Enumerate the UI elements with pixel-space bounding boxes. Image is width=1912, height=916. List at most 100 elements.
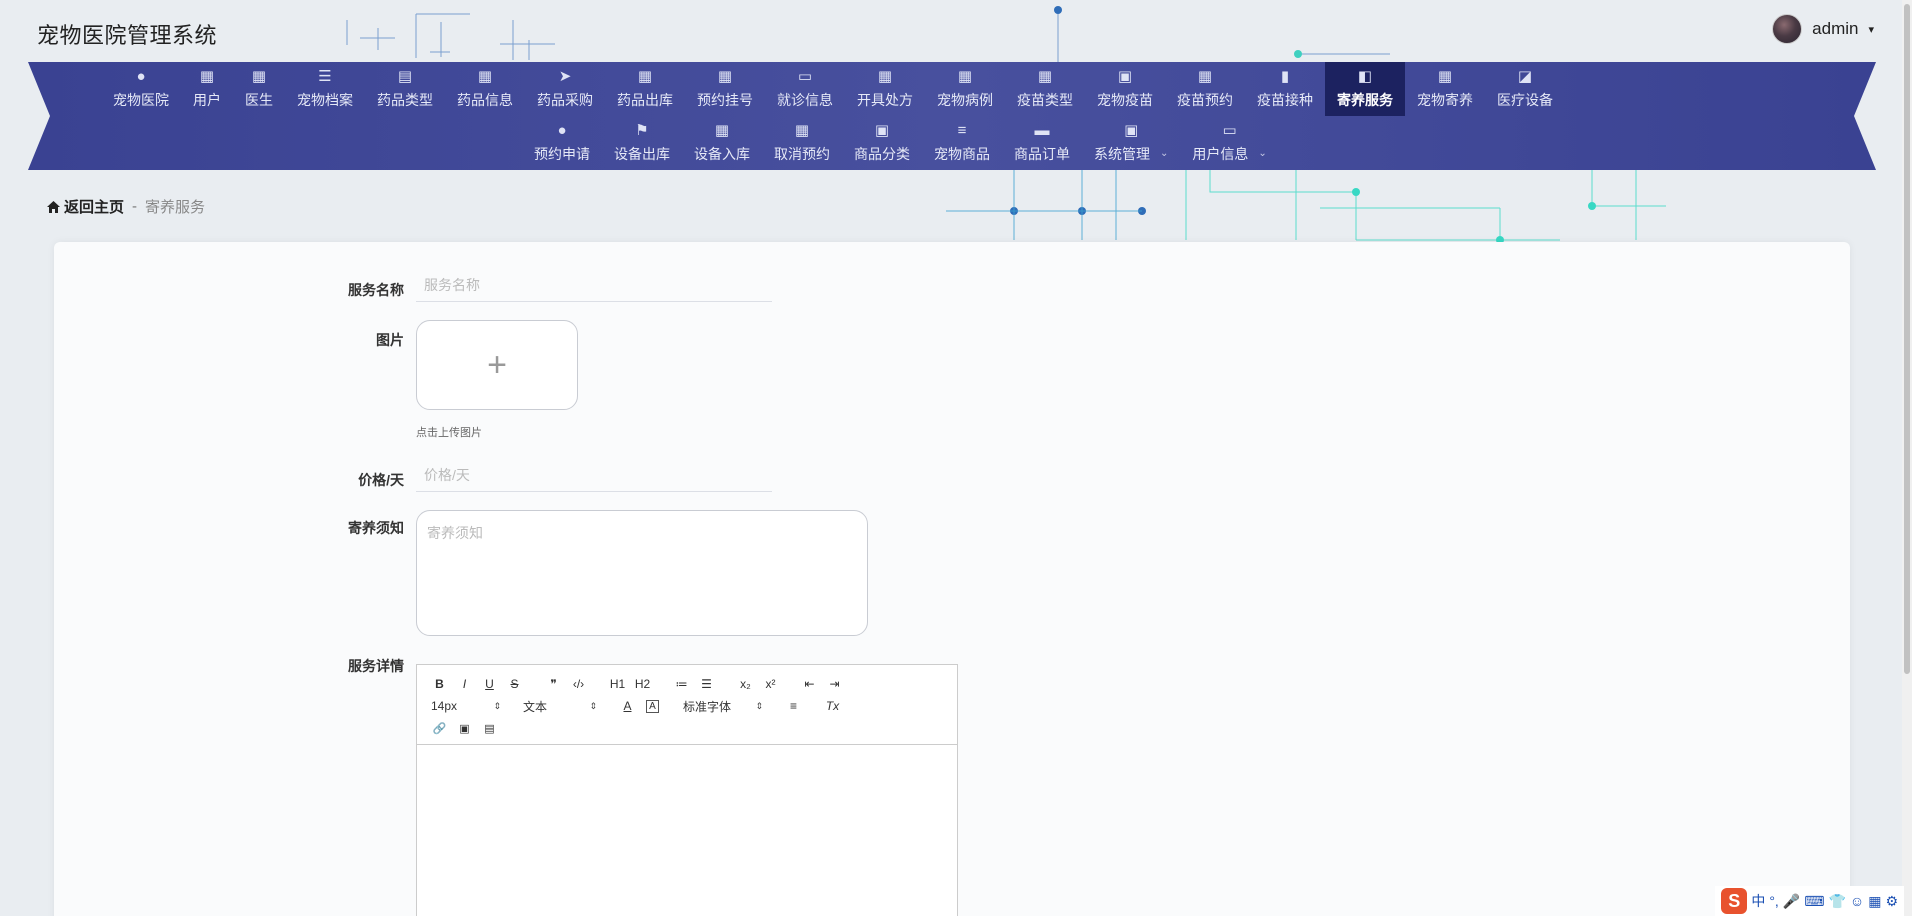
- nav-item-row1-14[interactable]: ▦ 疫苗预约: [1165, 62, 1245, 116]
- superscript-button[interactable]: x²: [758, 673, 783, 695]
- video-button[interactable]: ▤: [477, 717, 502, 739]
- nav-item-row1-7[interactable]: ▦ 药品出库: [605, 62, 685, 116]
- nav-label-wrap: 宠物商品: [934, 142, 990, 164]
- editor-content-area[interactable]: [417, 745, 957, 916]
- scrollbar-thumb[interactable]: [1904, 4, 1910, 674]
- nav-item-row2-7[interactable]: ▣ 系统管理 ⌄: [1082, 116, 1180, 170]
- subscript-button[interactable]: x₂: [733, 673, 758, 695]
- sogou-logo-icon[interactable]: S: [1721, 888, 1748, 914]
- grid-icon: ▦: [477, 68, 493, 85]
- heading1-button[interactable]: H1: [605, 673, 630, 695]
- comment-icon: ▬: [1034, 122, 1050, 139]
- breadcrumb-home-label[interactable]: 返回主页: [64, 196, 124, 217]
- ordered-list-button[interactable]: ≔: [669, 673, 694, 695]
- user-menu[interactable]: admin ▾: [1772, 14, 1874, 44]
- nav-item-row2-8[interactable]: ▭ 用户信息 ⌄: [1180, 116, 1278, 170]
- nav-item-row1-13[interactable]: ▣ 宠物疫苗: [1085, 62, 1165, 116]
- nav-item-row1-12[interactable]: ▦ 疫苗类型: [1005, 62, 1085, 116]
- select-arrows-icon: ⇕: [755, 700, 763, 711]
- align-button[interactable]: ≡: [781, 695, 806, 717]
- breadcrumb-home[interactable]: 返回主页: [47, 196, 124, 217]
- nav-item-row1-4[interactable]: ▤ 药品类型: [365, 62, 445, 116]
- strikethrough-button[interactable]: S: [502, 673, 527, 695]
- clear-format-button[interactable]: Tx: [820, 695, 845, 717]
- heading2-button[interactable]: H2: [630, 673, 655, 695]
- avatar[interactable]: [1772, 14, 1803, 44]
- user-name[interactable]: admin: [1812, 19, 1858, 39]
- nav-item-label: 就诊信息: [777, 92, 833, 108]
- nav-item-row2-3[interactable]: ▦ 取消预约: [762, 116, 842, 170]
- image-button[interactable]: ▣: [452, 717, 477, 739]
- code-button[interactable]: ‹/›: [566, 673, 591, 695]
- rich-text-editor: B I U S ❞ ‹/› H1 H2 ≔ ☰ x₂ x² ⇤ ⇥ 14px ⇕ 文本 ⇕ A A 标准字体 ⇕…: [416, 664, 958, 916]
- nav-item-label: 宠物病例: [937, 92, 993, 108]
- outdent-icon: ⇤: [804, 677, 815, 691]
- nav-label-wrap: 用户信息 ⌄: [1192, 142, 1266, 164]
- nav-item-row1-18[interactable]: ◪ 医疗设备: [1485, 62, 1565, 116]
- nav-item-row2-5[interactable]: ≡ 宠物商品: [922, 116, 1002, 170]
- nav-item-row1-0[interactable]: ● 宠物医院: [101, 62, 181, 116]
- text-color-button[interactable]: A: [615, 695, 640, 717]
- header-select[interactable]: 文本 ⇕: [519, 695, 601, 717]
- bullet-list-button[interactable]: ☰: [694, 673, 719, 695]
- gear-icon[interactable]: ⚙: [1885, 893, 1898, 910]
- nav-item-row1-6[interactable]: ➤ 药品采购: [525, 62, 605, 116]
- nav-label-wrap: 医生: [245, 88, 273, 110]
- nav-item-row1-17[interactable]: ▦ 宠物寄养: [1405, 62, 1485, 116]
- chevron-down-icon[interactable]: ▾: [1868, 23, 1874, 36]
- blockquote-button[interactable]: ❞: [541, 673, 566, 695]
- bold-button[interactable]: B: [427, 673, 452, 695]
- send-icon: ➤: [558, 68, 572, 85]
- nav-label-wrap: 商品订单: [1014, 142, 1070, 164]
- nav-item-row2-1[interactable]: ⚑ 设备出库: [602, 116, 682, 170]
- indent-button[interactable]: ⇥: [822, 673, 847, 695]
- nav-item-row1-3[interactable]: ☰ 宠物档案: [285, 62, 365, 116]
- nav-item-row1-2[interactable]: ▦ 医生: [233, 62, 285, 116]
- nav-item-row1-5[interactable]: ▦ 药品信息: [445, 62, 525, 116]
- underline-button[interactable]: U: [477, 673, 502, 695]
- outdent-button[interactable]: ⇤: [797, 673, 822, 695]
- price-input[interactable]: [416, 458, 772, 492]
- nav-label-wrap: 宠物疫苗: [1097, 88, 1153, 110]
- nav-item-row1-8[interactable]: ▦ 预约挂号: [685, 62, 765, 116]
- flag-icon: ⚑: [635, 122, 649, 139]
- emoji-icon[interactable]: ☺: [1850, 893, 1864, 909]
- link-button[interactable]: 🔗: [427, 717, 452, 739]
- nav-item-row1-15[interactable]: ▮ 疫苗接种: [1245, 62, 1325, 116]
- ime-punctuation-toggle[interactable]: °,: [1769, 893, 1779, 909]
- font-family-select[interactable]: 标准字体 ⇕: [679, 695, 767, 717]
- nav-label-wrap: 疫苗接种: [1257, 88, 1313, 110]
- nav-item-label: 药品采购: [537, 92, 593, 108]
- notice-textarea[interactable]: [416, 510, 868, 636]
- nav-item-row2-0[interactable]: ● 预约申请: [522, 116, 602, 170]
- service-name-input[interactable]: [416, 268, 772, 302]
- nav-item-row1-11[interactable]: ▦ 宠物病例: [925, 62, 1005, 116]
- italic-button[interactable]: I: [452, 673, 477, 695]
- nav-item-row2-6[interactable]: ▬ 商品订单: [1002, 116, 1082, 170]
- underline-icon: U: [485, 677, 494, 691]
- background-color-button[interactable]: A: [640, 695, 665, 717]
- sliders-icon: ≡: [957, 122, 967, 139]
- nav-item-row1-16[interactable]: ◧ 寄养服务: [1325, 62, 1405, 116]
- line-chart-icon: ◪: [1517, 68, 1533, 85]
- keyboard-icon[interactable]: ⌨: [1804, 893, 1824, 910]
- nav-item-row2-4[interactable]: ▣ 商品分类: [842, 116, 922, 170]
- nav-label-wrap: 疫苗预约: [1177, 88, 1233, 110]
- nav-item-row1-10[interactable]: ▦ 开具处方: [845, 62, 925, 116]
- monitor-icon: ▭: [797, 68, 813, 85]
- page-scrollbar[interactable]: [1902, 0, 1912, 916]
- ime-language-toggle[interactable]: 中: [1751, 891, 1765, 911]
- nav-item-row1-1[interactable]: ▦ 用户: [181, 62, 233, 116]
- nav-item-row1-9[interactable]: ▭ 就诊信息: [765, 62, 845, 116]
- apps-icon[interactable]: ▦: [1868, 893, 1881, 910]
- image-icon: ▣: [459, 722, 470, 735]
- grid-icon: ▦: [637, 68, 653, 85]
- price-label: 价格/天: [358, 472, 404, 488]
- image-upload-button[interactable]: +: [416, 320, 578, 410]
- nav-label-wrap: 药品类型: [377, 88, 433, 110]
- font-size-select[interactable]: 14px ⇕: [427, 695, 505, 717]
- microphone-icon[interactable]: 🎤: [1783, 893, 1800, 910]
- breadcrumb: 返回主页 - 寄养服务: [47, 196, 205, 217]
- nav-item-row2-2[interactable]: ▦ 设备入库: [682, 116, 762, 170]
- skin-icon[interactable]: 👕: [1828, 893, 1845, 910]
